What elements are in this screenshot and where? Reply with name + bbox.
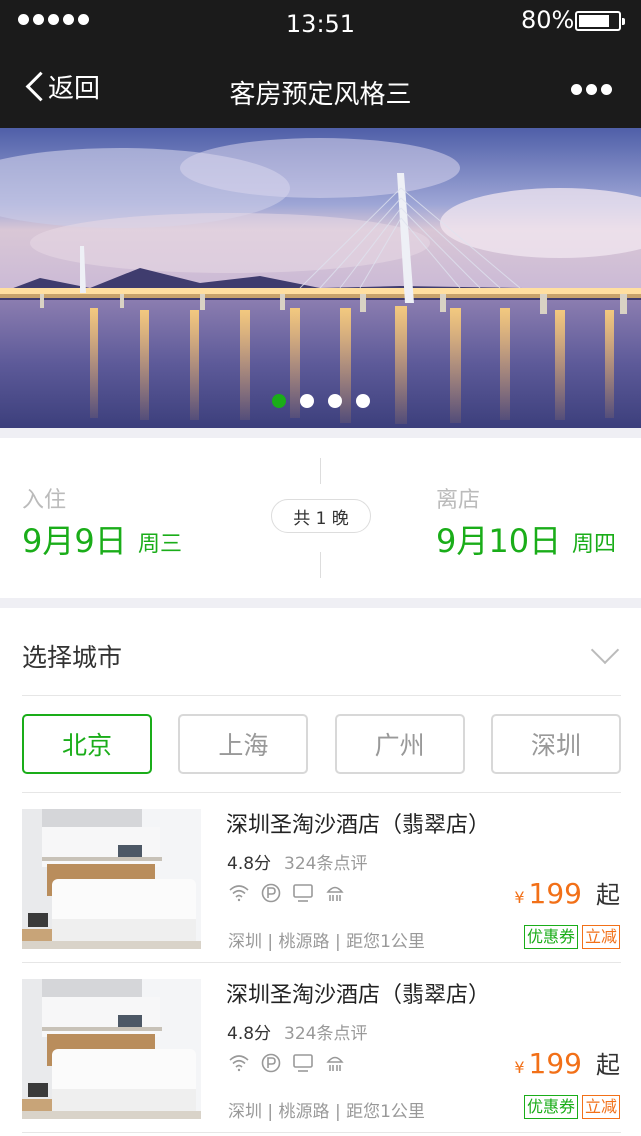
parking-icon bbox=[260, 1053, 282, 1073]
top-bar: 13:51 80% 返回 客房预定风格三 bbox=[0, 0, 641, 128]
discount-tag: 立减 bbox=[581, 925, 620, 949]
hotel-score: 4.8分 bbox=[227, 854, 272, 874]
pager-dot[interactable] bbox=[355, 394, 370, 408]
wifi-icon bbox=[228, 883, 250, 903]
battery-icon bbox=[575, 11, 625, 31]
city-selector-title: 选择城市 bbox=[22, 643, 123, 672]
price-suffix: 起 bbox=[596, 881, 620, 909]
currency-symbol: ¥ bbox=[514, 888, 525, 907]
pager-dot[interactable] bbox=[271, 394, 286, 408]
hotel-reviews: 324条点评 bbox=[284, 1024, 368, 1044]
shower-icon bbox=[324, 883, 346, 903]
city-tab-shenzhen[interactable]: 深圳 bbox=[490, 714, 621, 774]
amenities bbox=[228, 1053, 346, 1073]
checkout-date[interactable]: 9月10日 bbox=[436, 516, 561, 562]
city-tabs: 北京 上海 广州 深圳 bbox=[22, 714, 621, 774]
hotel-photo bbox=[22, 979, 201, 1119]
hotel-price: ¥ 199 起 bbox=[514, 875, 620, 910]
pager-dot[interactable] bbox=[327, 394, 342, 408]
currency-symbol: ¥ bbox=[514, 1058, 525, 1077]
battery-percent: 80% bbox=[521, 6, 575, 34]
hotel-score: 4.8分 bbox=[227, 1024, 272, 1044]
city-tab-shanghai[interactable]: 上海 bbox=[178, 714, 309, 774]
price-value: 199 bbox=[528, 1047, 582, 1080]
hotel-tags: 优惠券 立减 bbox=[523, 925, 620, 949]
checkout-weekday: 周四 bbox=[572, 532, 617, 557]
hotel-card[interactable]: 深圳圣淘沙酒店（翡翠店） 4.8分 324条点评 ¥ 199 起 深圳 | 桃源… bbox=[0, 793, 641, 963]
hotel-name: 深圳圣淘沙酒店（翡翠店） bbox=[226, 983, 491, 1008]
nav-bar: 返回 客房预定风格三 bbox=[0, 44, 641, 128]
hotel-photo bbox=[22, 809, 201, 949]
checkin-date[interactable]: 9月9日 bbox=[22, 516, 127, 562]
amenities bbox=[228, 883, 346, 903]
price-suffix: 起 bbox=[596, 1051, 620, 1079]
coupon-tag: 优惠券 bbox=[523, 925, 578, 949]
coupon-tag: 优惠券 bbox=[523, 1095, 578, 1119]
status-bar: 13:51 80% bbox=[0, 0, 641, 44]
shower-icon bbox=[324, 1053, 346, 1073]
banner-carousel[interactable] bbox=[0, 128, 641, 428]
divider bbox=[22, 1132, 621, 1133]
hotel-price: ¥ 199 起 bbox=[514, 1045, 620, 1080]
section-gap bbox=[0, 598, 641, 608]
chevron-down-icon bbox=[590, 635, 620, 665]
hotel-location: 深圳 | 桃源路 | 距您1公里 bbox=[228, 1102, 425, 1122]
divider bbox=[320, 552, 321, 578]
price-value: 199 bbox=[528, 877, 582, 910]
parking-icon bbox=[260, 883, 282, 903]
tv-icon bbox=[292, 883, 314, 903]
pager-dot[interactable] bbox=[299, 394, 314, 408]
divider bbox=[22, 695, 621, 696]
carousel-pager bbox=[0, 394, 641, 408]
hotel-tags: 优惠券 立减 bbox=[523, 1095, 620, 1119]
city-tab-beijing[interactable]: 北京 bbox=[22, 714, 152, 774]
hotel-name: 深圳圣淘沙酒店（翡翠店） bbox=[226, 813, 491, 838]
page-title: 客房预定风格三 bbox=[229, 80, 412, 110]
discount-tag: 立减 bbox=[581, 1095, 620, 1119]
section-gap bbox=[0, 428, 641, 438]
checkout-label: 离店 bbox=[436, 488, 481, 513]
checkin-label: 入住 bbox=[22, 488, 67, 513]
more-dots-icon[interactable] bbox=[571, 84, 612, 95]
wifi-icon bbox=[228, 1053, 250, 1073]
banner-image bbox=[0, 128, 641, 428]
city-tab-guangzhou[interactable]: 广州 bbox=[334, 714, 465, 774]
hotel-card[interactable]: 深圳圣淘沙酒店（翡翠店） 4.8分 324条点评 ¥ 199 起 深圳 | 桃源… bbox=[0, 963, 641, 1133]
hotel-location: 深圳 | 桃源路 | 距您1公里 bbox=[228, 932, 425, 952]
hotel-reviews: 324条点评 bbox=[284, 854, 368, 874]
date-selector: 入住 9月9日 周三 共 1 晚 离店 9月10日 周四 bbox=[0, 438, 641, 598]
city-selector-header[interactable]: 选择城市 bbox=[0, 608, 641, 696]
tv-icon bbox=[292, 1053, 314, 1073]
nights-badge: 共 1 晚 bbox=[271, 499, 371, 533]
checkin-weekday: 周三 bbox=[138, 532, 183, 557]
divider bbox=[320, 458, 321, 484]
